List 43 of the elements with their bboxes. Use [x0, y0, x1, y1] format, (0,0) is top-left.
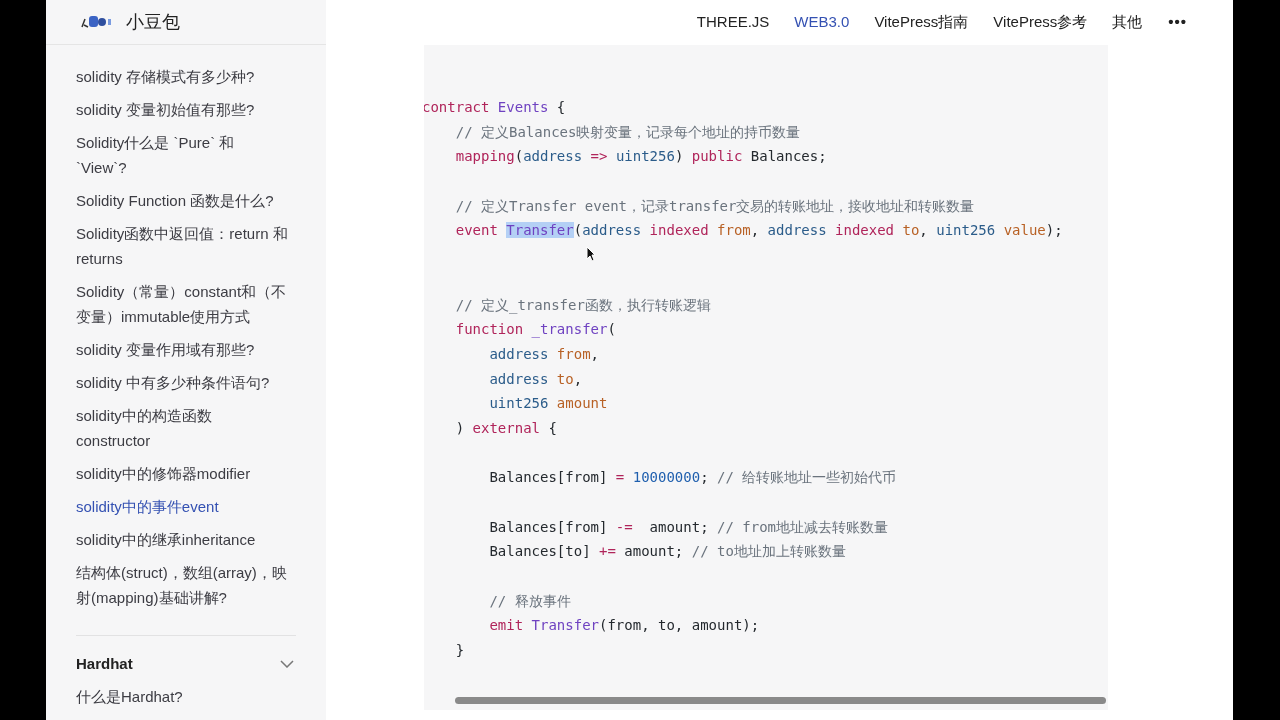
sidebar-link[interactable]: solidity中的继承inheritance: [76, 527, 288, 552]
sidebar-link[interactable]: Solidity什么是 `Pure` 和 `View`?: [76, 130, 288, 180]
code-line: contract Events {: [424, 99, 566, 115]
more-menu-button[interactable]: •••: [1168, 11, 1187, 34]
code-line: // 定义_transfer函数，执行转账逻辑: [455, 296, 711, 313]
code-line: emit Transfer(from, to, amount);: [489, 617, 760, 634]
sidebar-link[interactable]: solidity中的事件event: [76, 494, 288, 519]
site-title[interactable]: 小豆包: [126, 8, 180, 36]
code-line: Balances[to] += amount; // to地址加上转账数量: [489, 543, 846, 560]
sidebar-link[interactable]: solidity 变量作用域有那些?: [76, 337, 288, 362]
code-line: // 定义Balances映射变量，记录每个地址的持币数量: [455, 123, 801, 140]
sidebar-link[interactable]: Solidity Function 函数是什么?: [76, 188, 288, 213]
code-line: function _transfer(: [455, 321, 616, 338]
sidebar-link[interactable]: Solidity（常量）constant和（不变量）immutable使用方式: [76, 279, 288, 329]
code-line: Balances[from] = 10000000; // 给转账地址一些初始代币: [489, 469, 897, 486]
sidebar-link[interactable]: 什么是Hardhat?: [76, 684, 294, 709]
chevron-icon[interactable]: [280, 659, 294, 668]
section-title[interactable]: Hardhat: [76, 651, 133, 676]
sidebar-link[interactable]: solidity中的构造函数 constructor: [76, 403, 288, 453]
sidebar-link[interactable]: solidity中的修饰器modifier: [76, 461, 288, 486]
nav-link[interactable]: WEB3.0: [794, 11, 850, 34]
code-line: address to,: [489, 370, 583, 387]
code-line: // 释放事件: [489, 592, 571, 609]
nav-link[interactable]: 其他: [1112, 11, 1143, 34]
nav-link[interactable]: VitePress参考: [993, 11, 1088, 34]
nav-link[interactable]: VitePress指南: [874, 11, 969, 34]
mouse-pointer-icon: [586, 246, 596, 262]
sidebar-link[interactable]: solidity 中有多少种条件语句?: [76, 370, 288, 395]
code-line: event Transfer(address indexed from, address indexed to, uint256 value);: [455, 222, 1063, 239]
sidebar-link[interactable]: Solidity函数中返回值：return 和 returns: [76, 221, 288, 271]
code-line: // 定义Transfer event，记录transfer交易的转账地址，接收地址和转账数量: [455, 197, 975, 214]
sidebar-link[interactable]: solidity 变量初始值有那些?: [76, 97, 288, 122]
logo-icon[interactable]: [80, 13, 112, 31]
code-line: address from,: [489, 345, 599, 362]
code-line: uint256 amount: [489, 395, 608, 412]
scrollbar-thumb[interactable]: [455, 697, 1106, 704]
sidebar-link[interactable]: 结构体(struct)，数组(array)，映射(mapping)基础讲解?: [76, 560, 288, 610]
sidebar-link[interactable]: solidity 存储模式有多少种?: [76, 64, 288, 89]
code-line: Balances[from] -= amount; // from地址减去转账数量: [489, 518, 889, 535]
code-line: mapping(address => uint256) public Balances;: [455, 148, 827, 165]
nav-link[interactable]: THREE.JS: [696, 11, 770, 34]
code-line: }: [455, 642, 465, 659]
code-line: ) external {: [455, 419, 557, 436]
